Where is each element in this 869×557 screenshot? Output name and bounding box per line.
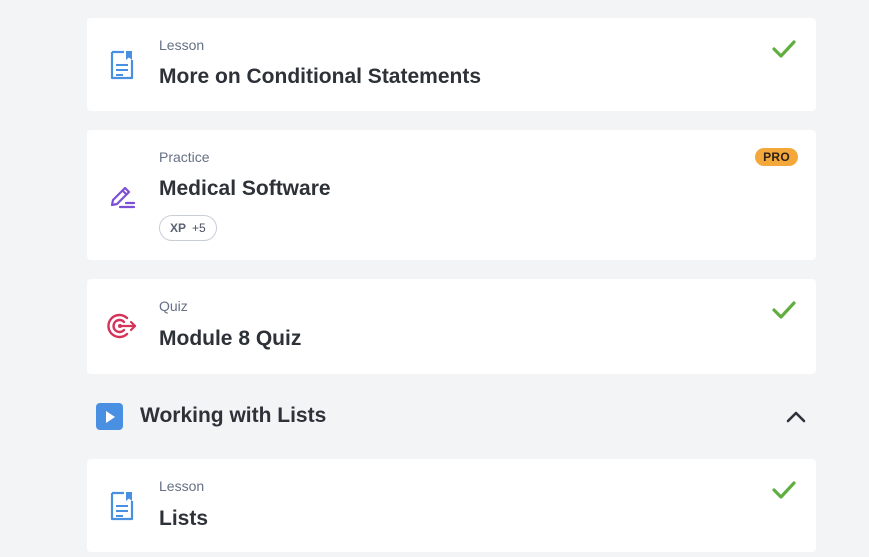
item-kind-label: Practice [159,149,210,165]
check-icon [772,301,796,319]
lesson-doc-icon [107,491,137,521]
item-kind-label: Lesson [159,37,205,53]
xp-value: +5 [192,221,206,235]
module-section-header[interactable]: Working with Lists [87,392,816,440]
xp-reward-pill: XP +5 [159,215,217,241]
practice-pencil-icon [107,180,137,210]
check-icon [772,40,796,58]
quiz-card-module-8-quiz[interactable]: Quiz Module 8 Quiz [87,279,816,374]
lesson-card-more-on-conditional-statements[interactable]: Lesson More on Conditional Statements [87,18,816,111]
pro-badge: PRO [755,148,798,166]
item-title: Module 8 Quiz [159,327,302,350]
item-title: Medical Software [159,177,331,200]
chevron-up-icon[interactable] [784,406,808,426]
item-kind-label: Quiz [159,298,188,314]
lesson-doc-icon [107,50,137,80]
lesson-card-lists[interactable]: Lesson Lists [87,459,816,552]
check-icon [772,481,796,499]
practice-card-medical-software[interactable]: Practice Medical Software PRO XP +5 [87,130,816,260]
item-title: Lists [159,507,209,530]
xp-label: XP [170,221,187,235]
item-kind-label: Lesson [159,478,205,494]
play-icon [96,403,123,430]
section-title: Working with Lists [140,404,327,427]
quiz-target-icon [107,311,137,341]
item-title: More on Conditional Statements [159,65,482,88]
